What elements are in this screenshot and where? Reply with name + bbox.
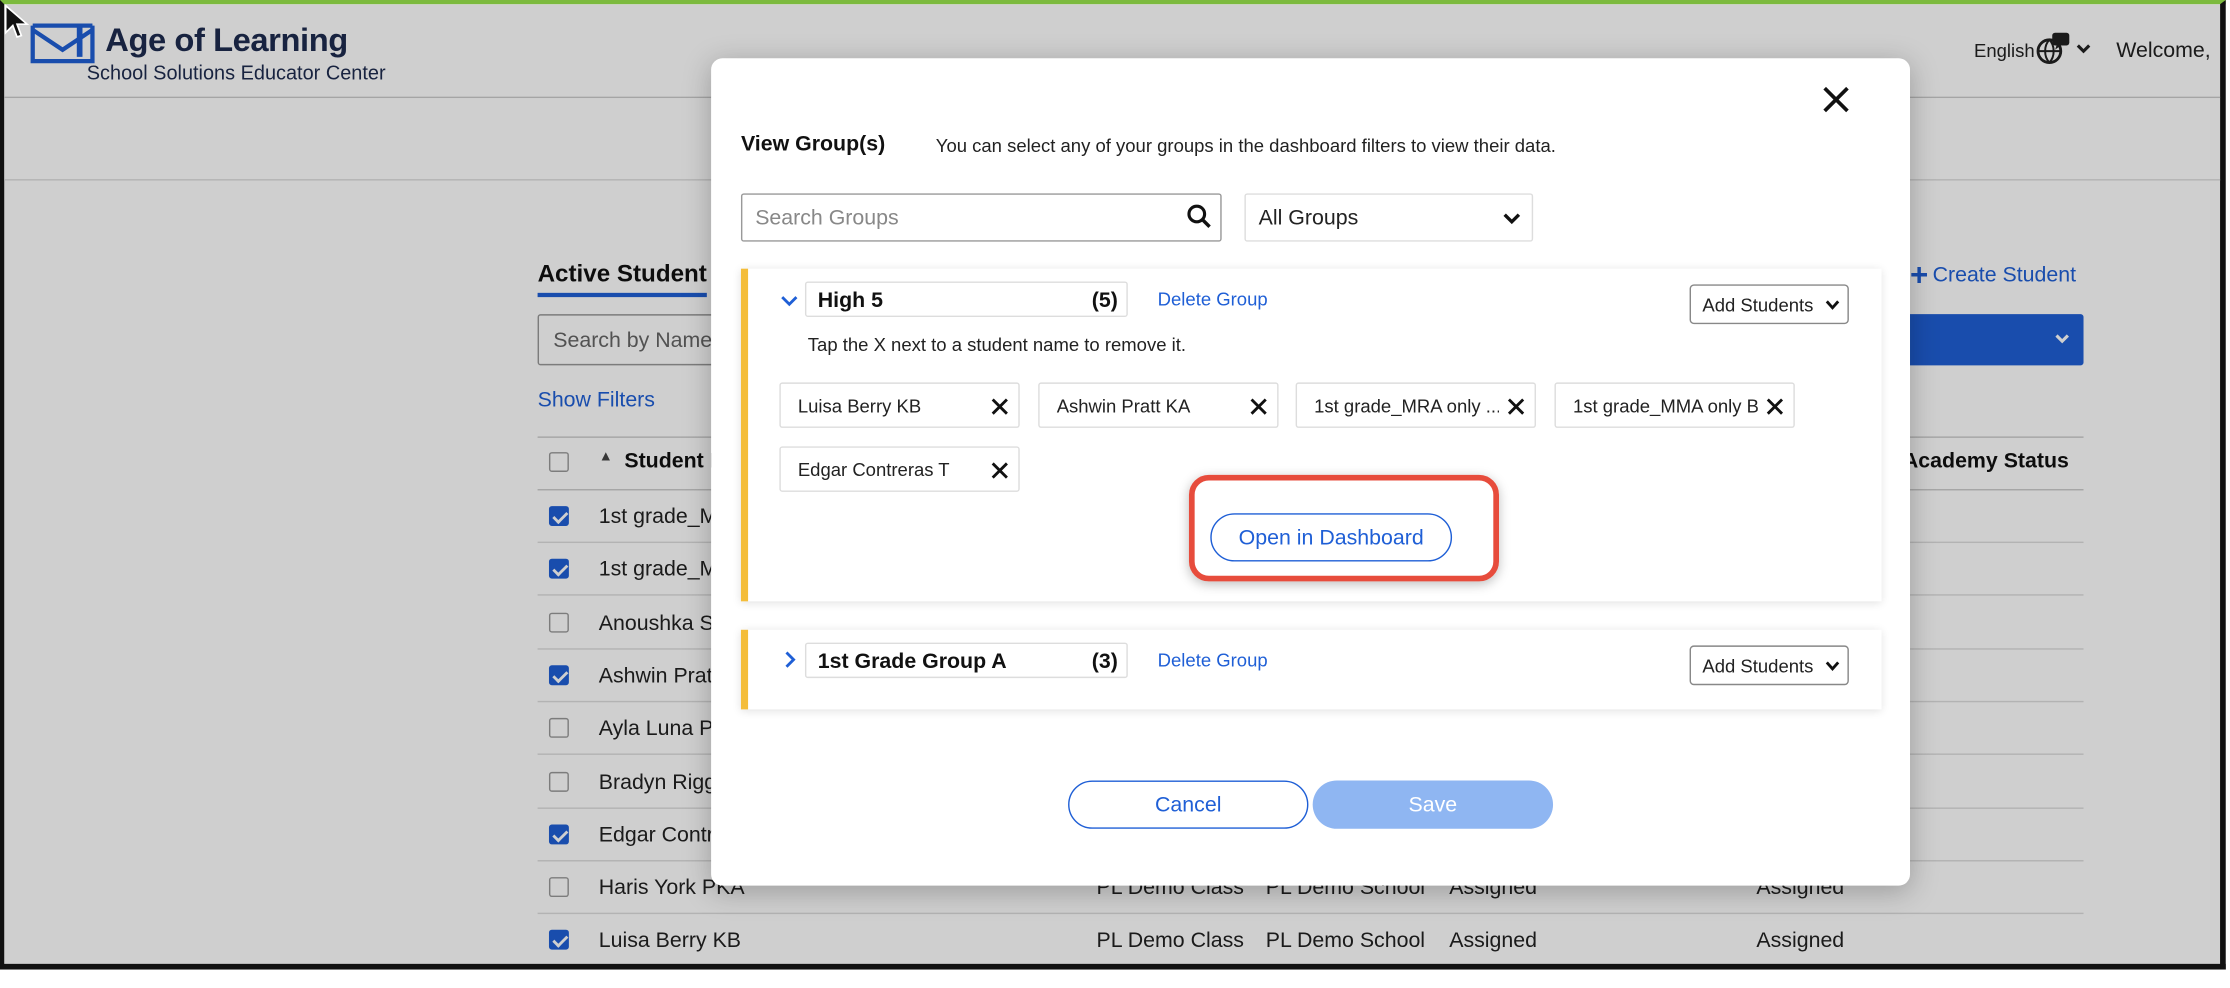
app-window: Age of Learning School Solutions Educato…	[0, 0, 2226, 970]
group-name: High 5	[817, 288, 883, 313]
student-chip: Luisa Berry KB	[779, 382, 1020, 428]
add-students-button[interactable]: Add Students	[1689, 645, 1849, 686]
search-icon[interactable]	[1186, 203, 1212, 229]
search-groups-input[interactable]	[740, 193, 1222, 242]
group-card-1st-grade-group-a: 1st Grade Group A (3) Delete Group Add S…	[740, 629, 1882, 710]
save-button[interactable]: Save	[1312, 780, 1554, 829]
delete-group-link[interactable]: Delete Group	[1158, 650, 1268, 671]
add-students-label: Add Students	[1702, 294, 1814, 316]
group-card-high-5: High 5 (5) Delete Group Add Students Tap…	[740, 268, 1882, 602]
student-chip-name: Luisa Berry KB	[797, 395, 922, 417]
student-chip-name: 1st grade_MMA only B...	[1572, 395, 1758, 417]
group-name-field[interactable]: 1st Grade Group A (3)	[804, 642, 1128, 679]
close-icon[interactable]	[1820, 84, 1851, 115]
group-name: 1st Grade Group A	[817, 649, 1007, 674]
chevron-down-icon	[1825, 300, 1840, 310]
chevron-down-icon[interactable]	[779, 291, 799, 311]
view-groups-modal: View Group(s) You can select any of your…	[711, 58, 1911, 886]
add-students-button[interactable]: Add Students	[1689, 284, 1849, 325]
remove-student-icon[interactable]	[990, 461, 1010, 481]
student-chip: 1st grade_MMA only B...	[1554, 382, 1795, 428]
student-chip: Edgar Contreras T	[779, 446, 1020, 492]
student-chip: Ashwin Pratt KA	[1038, 382, 1279, 428]
open-in-dashboard-button[interactable]: Open in Dashboard	[1210, 513, 1453, 562]
remove-student-icon[interactable]	[1249, 397, 1269, 417]
chevron-right-icon[interactable]	[779, 650, 799, 670]
remove-student-icon[interactable]	[990, 397, 1010, 417]
group-filter-value: All Groups	[1258, 206, 1359, 231]
student-chip-name: Ashwin Pratt KA	[1056, 395, 1191, 417]
group-count: (3)	[1091, 649, 1118, 674]
mouse-cursor-icon	[4, 4, 30, 39]
group-name-field[interactable]: High 5 (5)	[804, 281, 1128, 318]
chevron-down-icon	[1825, 661, 1840, 672]
remove-hint: Tap the X next to a student name to remo…	[807, 334, 1187, 356]
modal-description: You can select any of your groups in the…	[935, 135, 1556, 157]
chevron-down-icon	[1503, 213, 1521, 225]
add-students-label: Add Students	[1702, 655, 1814, 677]
student-chip: 1st grade_MRA only ...	[1295, 382, 1536, 428]
group-count: (5)	[1091, 288, 1118, 313]
remove-student-icon[interactable]	[1765, 397, 1785, 417]
modal-title: View Group(s)	[740, 132, 886, 157]
cancel-button[interactable]: Cancel	[1068, 780, 1309, 829]
remove-student-icon[interactable]	[1506, 397, 1526, 417]
delete-group-link[interactable]: Delete Group	[1158, 289, 1268, 310]
student-chip-name: Edgar Contreras T	[797, 459, 950, 481]
student-chip-name: 1st grade_MRA only ...	[1314, 395, 1499, 417]
group-filter-select[interactable]: All Groups	[1244, 193, 1534, 242]
